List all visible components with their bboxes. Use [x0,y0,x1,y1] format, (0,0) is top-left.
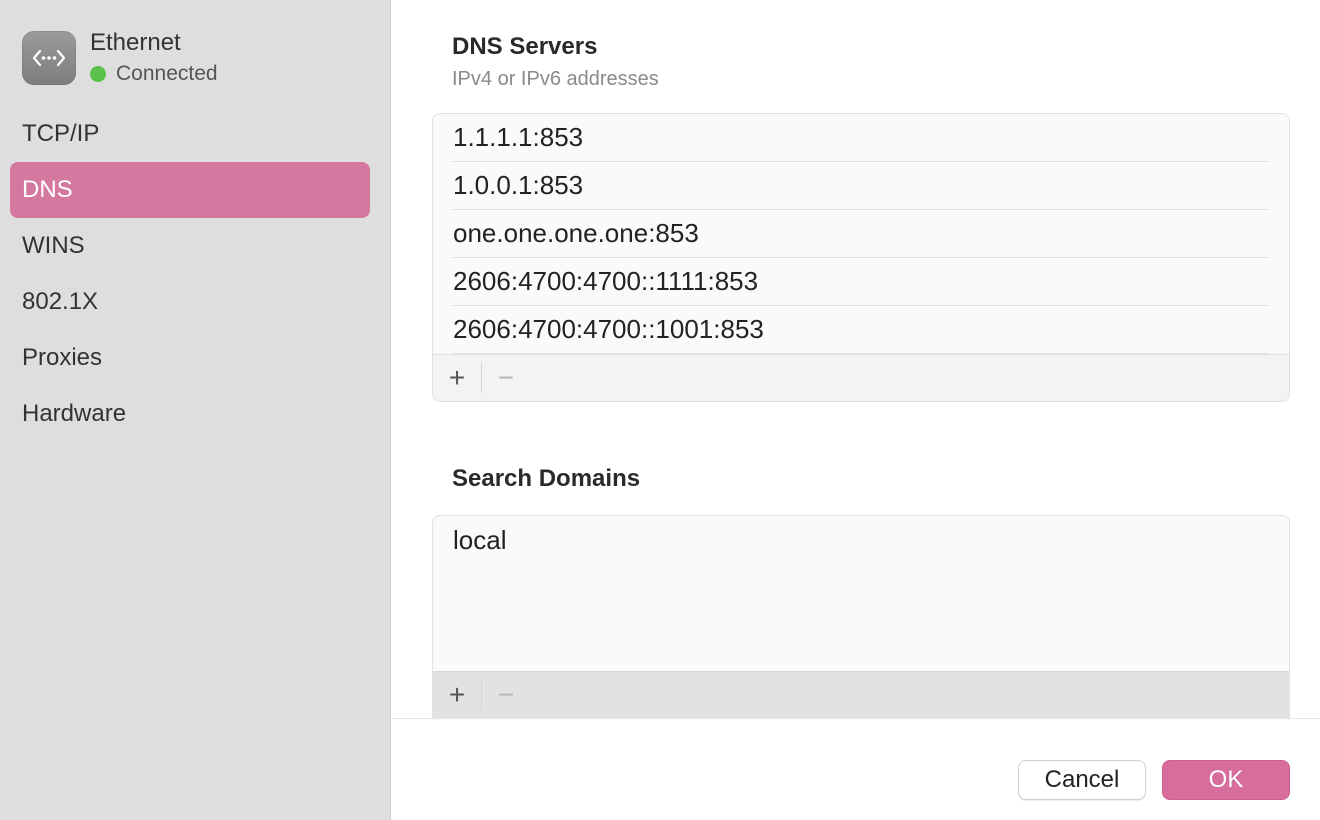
sidebar-item-hardware[interactable]: Hardware [10,386,370,442]
interface-header: Ethernet Connected [22,30,218,86]
status-dot-icon [90,66,106,82]
sidebar-item-8021x[interactable]: 802.1X [10,274,370,330]
dns-servers-title: DNS Servers [452,33,598,60]
add-search-domain-button[interactable]: + [433,672,481,718]
dns-server-row[interactable]: 2606:4700:4700::1111:853 [452,258,1270,306]
cancel-button[interactable]: Cancel [1018,760,1146,800]
ethernet-arrows-icon [22,31,76,85]
search-domains-title: Search Domains [452,465,641,492]
sidebar: Ethernet Connected TCP/IP DNS WINS 802.1… [0,0,391,820]
sidebar-item-proxies[interactable]: Proxies [10,330,370,386]
ok-button[interactable]: OK [1162,760,1290,800]
interface-status-label: Connected [116,62,218,85]
sidebar-item-wins[interactable]: WINS [10,218,370,274]
interface-name: Ethernet [90,29,181,56]
remove-dns-server-button[interactable]: − [482,355,530,401]
dns-servers-toolbar: + − [433,354,1289,401]
sidebar-item-tcpip[interactable]: TCP/IP [10,106,370,162]
dns-server-row[interactable]: one.one.one.one:853 [452,210,1270,258]
sidebar-item-dns[interactable]: DNS [10,162,370,218]
dns-server-row[interactable]: 1.0.0.1:853 [452,162,1270,210]
dns-server-row[interactable]: 1.1.1.1:853 [452,114,1270,162]
main-panel: DNS Servers IPv4 or IPv6 addresses 1.1.1… [392,0,1320,820]
search-domains-toolbar: + − [433,671,1289,718]
search-domain-row[interactable]: local [452,516,1270,564]
interface-status: Connected [90,62,218,86]
add-dns-server-button[interactable]: + [433,355,481,401]
remove-search-domain-button[interactable]: − [482,672,530,718]
dns-server-row[interactable]: 2606:4700:4700::1001:853 [452,306,1270,354]
search-domains-list: local + − [432,515,1290,720]
footer-divider [392,718,1320,719]
sidebar-nav: TCP/IP DNS WINS 802.1X Proxies Hardware [10,106,370,442]
dns-servers-list: 1.1.1.1:853 1.0.0.1:853 one.one.one.one:… [432,113,1290,402]
dns-servers-subtitle: IPv4 or IPv6 addresses [452,68,659,90]
